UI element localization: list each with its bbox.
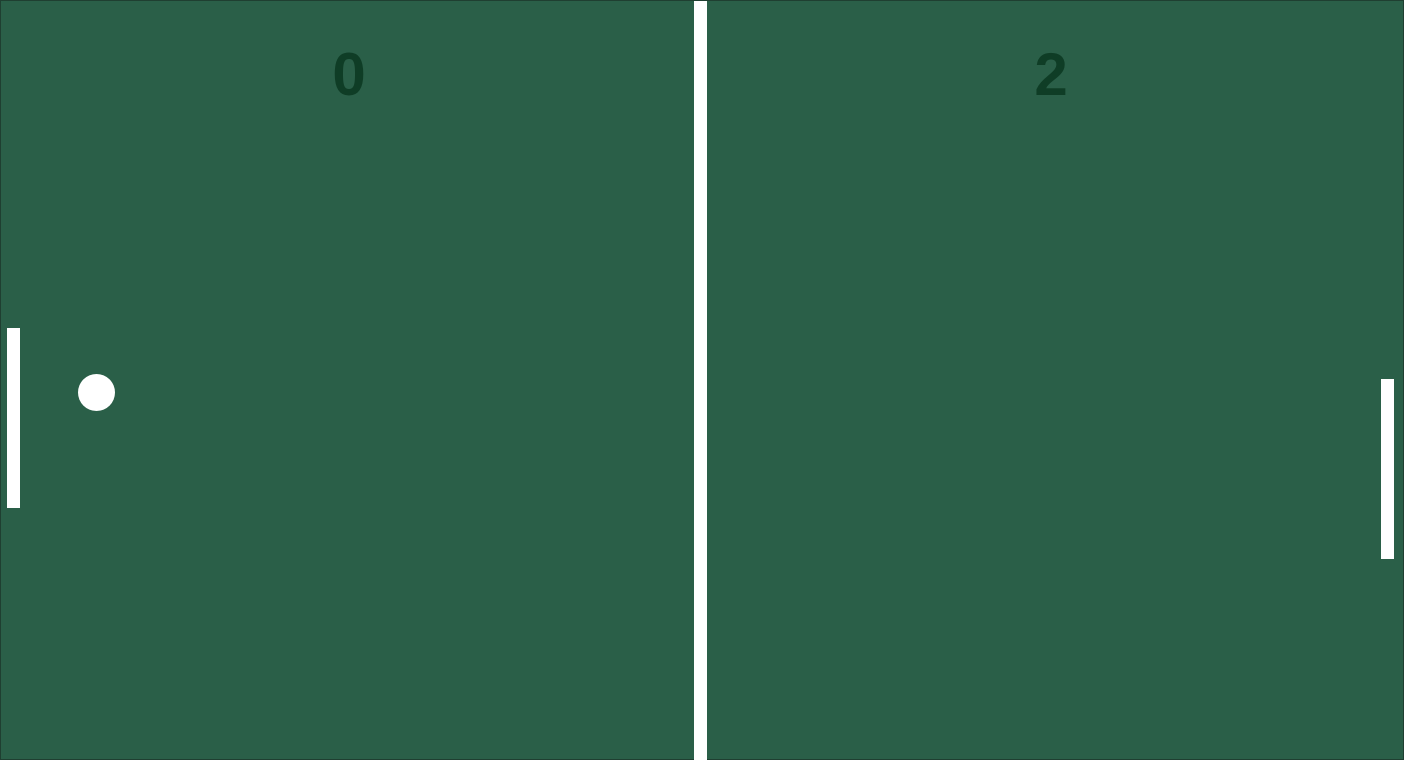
left-player-score: 0 bbox=[332, 41, 366, 108]
center-net-line bbox=[694, 1, 707, 760]
right-player-score: 2 bbox=[1034, 41, 1068, 108]
ball bbox=[78, 374, 115, 411]
left-paddle[interactable] bbox=[7, 328, 20, 508]
pong-court: 0 2 bbox=[0, 0, 1404, 760]
right-paddle[interactable] bbox=[1381, 379, 1394, 559]
